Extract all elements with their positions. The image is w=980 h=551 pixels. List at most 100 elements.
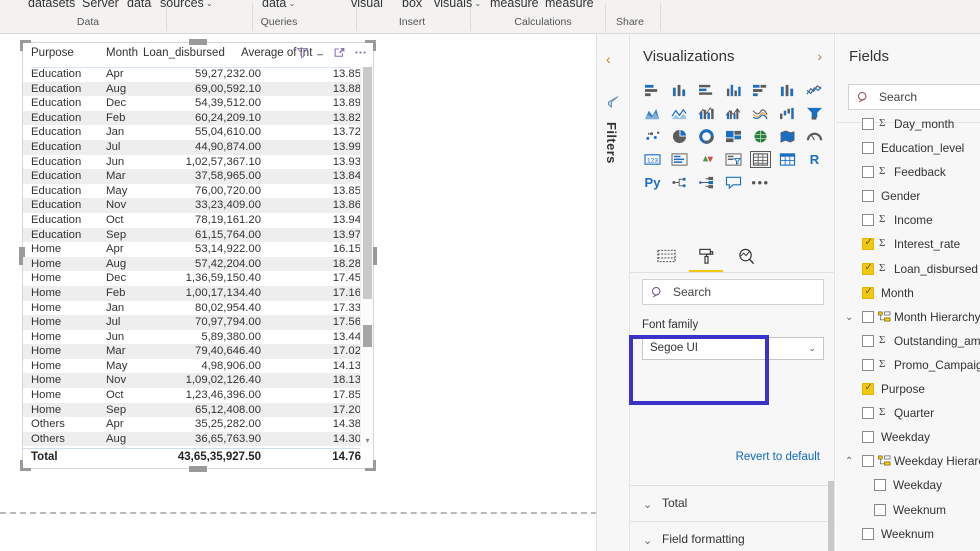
column-header-loan-disbursed[interactable]: Loan_disbursed — [143, 47, 225, 59]
table-row[interactable]: HomeAug57,42,204.0018.28 — [23, 257, 360, 272]
more-visuals-icon[interactable]: ••• — [747, 171, 774, 194]
format-section[interactable]: ⌄Total — [630, 486, 835, 522]
field-list-item[interactable]: ΣFeedback — [836, 160, 980, 184]
funnel-icon[interactable] — [605, 94, 621, 115]
table-row[interactable]: HomeJul70,97,794.0017.56 — [23, 315, 360, 330]
field-list-item[interactable]: Education_level — [836, 136, 980, 160]
field-checkbox[interactable] — [862, 166, 874, 178]
visualizations-scrollbar-thumb[interactable] — [828, 481, 834, 551]
field-list-item[interactable]: Weeknum — [836, 522, 980, 546]
chevron-down-icon[interactable]: ⌄ — [472, 0, 481, 8]
ribbon-command[interactable]: measure — [545, 0, 594, 10]
table-scrollbar-thumb[interactable] — [363, 67, 372, 299]
table-row[interactable]: EducationJul44,90,874.0013.99 — [23, 140, 360, 155]
ribbon-command[interactable]: sources ⌄ — [160, 0, 213, 10]
pin-icon[interactable] — [316, 46, 325, 64]
field-checkbox[interactable] — [862, 214, 874, 226]
table-row[interactable]: HomeApr53,14,922.0016.15 — [23, 242, 360, 257]
ribbon-command[interactable]: measure — [490, 0, 539, 10]
multi-row-card-icon[interactable] — [666, 148, 693, 171]
ribbon-chart-icon[interactable] — [747, 102, 774, 125]
field-list-item[interactable]: Weeknum — [836, 498, 980, 522]
smart-narrative-icon[interactable] — [720, 171, 747, 194]
stacked-bar-chart-icon[interactable] — [639, 79, 666, 102]
table-vertical-scrollbar[interactable]: ▾ — [360, 67, 373, 447]
table-row[interactable]: HomeSep65,12,408.0017.20 — [23, 403, 360, 418]
scroll-down-icon[interactable]: ▾ — [361, 434, 374, 447]
table-icon[interactable] — [747, 148, 774, 171]
table-row[interactable]: HomeJan80,02,954.4017.33 — [23, 301, 360, 316]
table-row[interactable]: EducationSep61,15,764.0013.97 — [23, 228, 360, 243]
chevron-down-icon[interactable]: ⌄ — [286, 0, 295, 8]
field-checkbox[interactable] — [862, 311, 874, 323]
field-checkbox[interactable] — [862, 528, 874, 540]
decomposition-tree-icon[interactable] — [666, 171, 693, 194]
visual-type-gallery[interactable]: 123RPy••• — [639, 79, 829, 194]
table-row[interactable]: EducationMar37,58,965.0013.84 — [23, 169, 360, 184]
line-and-stacked-column-chart-icon[interactable] — [693, 102, 720, 125]
fields-tab[interactable] — [649, 243, 683, 269]
table-row[interactable]: HomeOct1,23,46,396.0017.85 — [23, 388, 360, 403]
table-scrollbar-thumb-secondary[interactable] — [363, 325, 372, 347]
kpi-icon[interactable] — [693, 148, 720, 171]
filled-map-icon[interactable] — [774, 125, 801, 148]
field-list-item[interactable]: ΣInterest_rate — [836, 232, 980, 256]
field-checkbox[interactable] — [862, 455, 874, 467]
field-checkbox[interactable] — [862, 118, 874, 130]
table-visual[interactable]: Purpose Month Loan_disbursed Average of … — [22, 42, 374, 469]
field-list-item[interactable]: ΣIncome — [836, 208, 980, 232]
column-header-month[interactable]: Month — [106, 47, 138, 59]
table-row[interactable]: OthersAug36,65,763.9014.30 — [23, 432, 360, 447]
ribbon-command[interactable]: Server — [82, 0, 119, 10]
table-row[interactable]: EducationOct78,19,161.2013.94 — [23, 213, 360, 228]
field-checkbox[interactable] — [862, 383, 874, 395]
field-list-item[interactable]: ΣLoan_disbursed — [836, 257, 980, 281]
line-and-clustered-column-chart-icon[interactable] — [720, 102, 747, 125]
field-checkbox[interactable] — [862, 431, 874, 443]
more-options-icon[interactable] — [353, 46, 368, 64]
format-search-input[interactable]: Search — [642, 279, 824, 305]
field-checkbox[interactable] — [874, 479, 886, 491]
table-row[interactable]: HomeMay4,98,906.0014.13 — [23, 359, 360, 374]
pie-chart-icon[interactable] — [666, 125, 693, 148]
field-checkbox[interactable] — [862, 190, 874, 202]
field-checkbox[interactable] — [862, 407, 874, 419]
table-row[interactable]: EducationAug69,00,592.1013.88 — [23, 82, 360, 97]
table-rows[interactable]: EducationApr59,27,232.0013.85EducationAu… — [23, 67, 360, 448]
gauge-icon[interactable] — [801, 125, 828, 148]
waterfall-chart-icon[interactable] — [774, 102, 801, 125]
field-checkbox[interactable] — [874, 504, 886, 516]
field-list-item[interactable]: Purpose — [836, 377, 980, 401]
table-row[interactable]: HomeDec1,36,59,150.4017.45 — [23, 271, 360, 286]
field-checkbox[interactable] — [862, 335, 874, 347]
fields-list[interactable]: ΣDay_monthEducation_levelΣFeedbackGender… — [836, 112, 980, 551]
field-list-item[interactable]: Weekday — [836, 473, 980, 497]
table-row[interactable]: HomeNov1,09,02,126.4018.13 — [23, 373, 360, 388]
area-chart-icon[interactable] — [639, 102, 666, 125]
ribbon-command[interactable]: data ⌄ — [262, 0, 295, 10]
r-script-visual-icon[interactable]: R — [801, 148, 828, 171]
chevron-up-icon[interactable]: ⌃ — [845, 456, 853, 467]
table-row[interactable]: EducationApr59,27,232.0013.85 — [23, 67, 360, 82]
revert-to-default-link[interactable]: Revert to default — [736, 451, 820, 463]
field-list-item[interactable]: ΣPromo_Campaign — [836, 353, 980, 377]
chevron-down-icon[interactable]: ⌄ — [845, 312, 853, 323]
ribbon-command[interactable]: data — [127, 0, 151, 10]
clustered-column-chart-icon[interactable] — [720, 79, 747, 102]
funnel-chart-icon[interactable] — [801, 102, 828, 125]
donut-chart-icon[interactable] — [693, 125, 720, 148]
table-row[interactable]: HomeFeb1,00,17,134.4017.16 — [23, 286, 360, 301]
field-checkbox[interactable] — [862, 359, 874, 371]
format-section[interactable]: ⌄Field formatting — [630, 522, 835, 551]
field-list-item[interactable]: Weekday — [836, 425, 980, 449]
visualizations-expand-icon[interactable]: › — [817, 48, 822, 64]
table-row[interactable]: EducationDec54,39,512.0013.89 — [23, 96, 360, 111]
key-influencers-icon[interactable] — [693, 171, 720, 194]
table-row[interactable]: EducationJun1,02,57,367.1013.93 — [23, 155, 360, 170]
field-list-item[interactable]: ⌃Weekday Hierarchy — [836, 449, 980, 473]
report-canvas[interactable]: Purpose Month Loan_disbursed Average of … — [0, 34, 597, 551]
clustered-bar-chart-icon[interactable] — [693, 79, 720, 102]
table-row[interactable]: HomeJun5,89,380.0013.44 — [23, 330, 360, 345]
table-row[interactable]: EducationFeb60,24,209.1013.82 — [23, 111, 360, 126]
focus-mode-icon[interactable] — [333, 46, 346, 64]
